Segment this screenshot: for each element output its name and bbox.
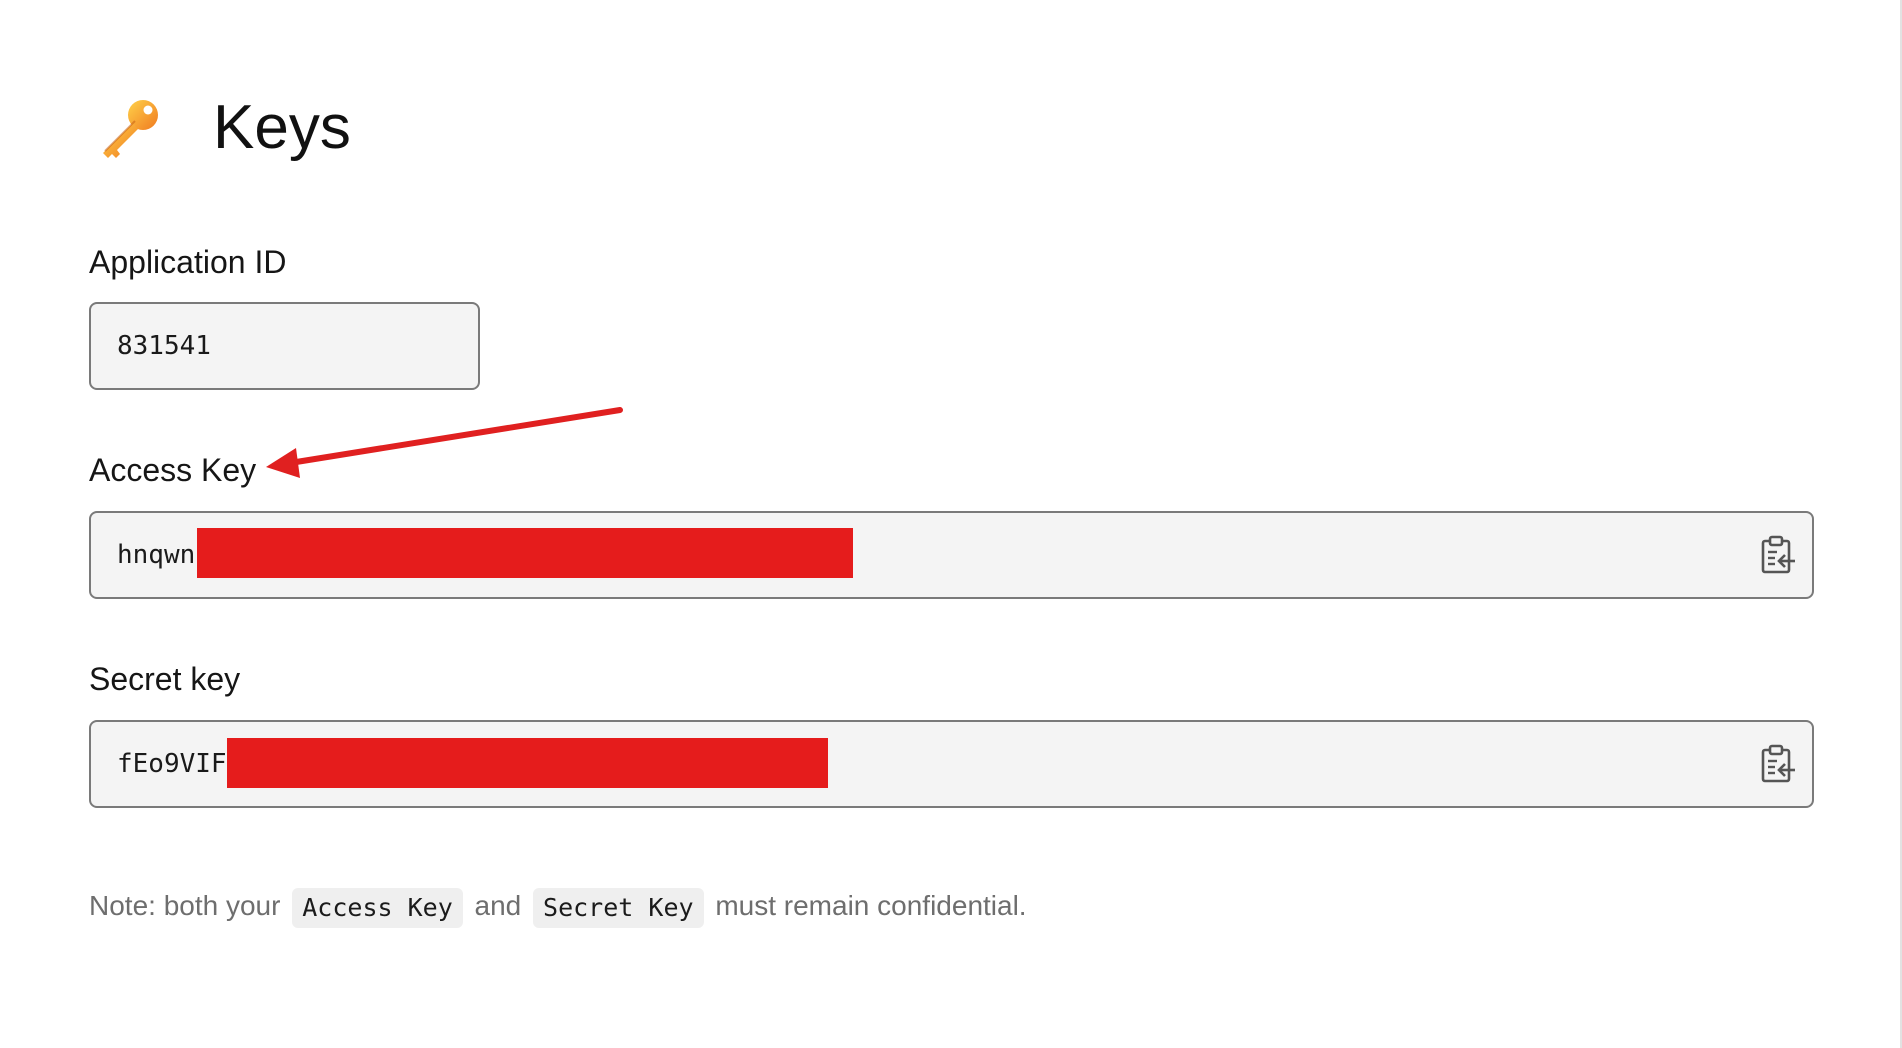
access-key-label: Access Key xyxy=(89,452,257,488)
application-id-field[interactable]: 831541 xyxy=(89,302,480,390)
confidentiality-note: Note: both your Access Key and Secret Ke… xyxy=(89,884,1027,928)
access-key-field[interactable]: hnqwn xyxy=(89,511,1814,599)
application-id-label: Application ID xyxy=(89,244,287,280)
copy-access-key-button[interactable] xyxy=(1758,533,1798,577)
application-id-value[interactable]: 831541 xyxy=(117,331,211,361)
note-prefix: Note: both your xyxy=(89,890,281,921)
secret-key-field[interactable]: fEo9VIF xyxy=(89,720,1814,808)
copy-secret-key-button[interactable] xyxy=(1758,742,1798,786)
page-header: Keys xyxy=(97,88,351,168)
secret-key-redaction xyxy=(227,738,828,788)
access-key-value[interactable]: hnqwn xyxy=(117,540,195,570)
note-middle: and xyxy=(474,890,522,921)
note-suffix: must remain confidential. xyxy=(715,890,1027,921)
note-code-access-key: Access Key xyxy=(292,887,463,928)
page-title: Keys xyxy=(213,93,351,162)
key-icon xyxy=(103,100,158,158)
secret-key-value[interactable]: fEo9VIF xyxy=(117,749,227,779)
clipboard-copy-icon xyxy=(1761,535,1795,574)
note-code-secret-key: Secret Key xyxy=(533,887,704,928)
keys-page: Keys Application ID 831541 Access Key hn… xyxy=(0,0,1902,1048)
secret-key-label: Secret key xyxy=(89,661,241,697)
access-key-redaction xyxy=(197,528,853,578)
clipboard-copy-icon xyxy=(1761,744,1795,783)
